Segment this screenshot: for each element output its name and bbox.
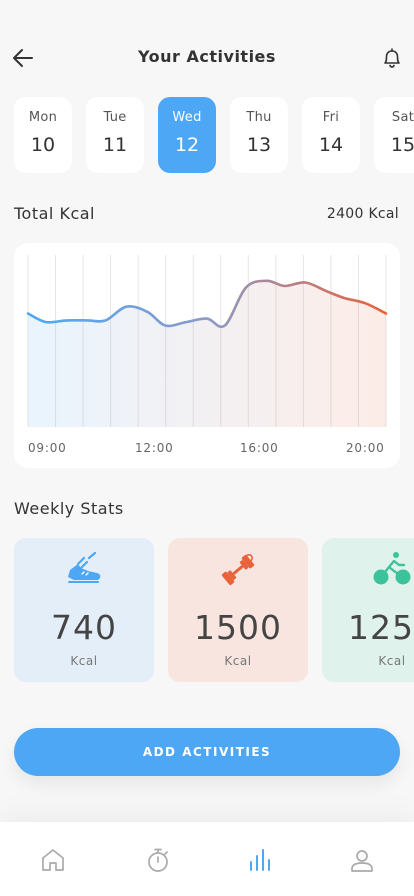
dumbbell-icon	[221, 554, 255, 586]
day-sat[interactable]: Sat 15	[374, 97, 414, 173]
kcal-line-chart: 09:00 12:00 16:00 20:00	[26, 255, 388, 455]
stat-unit: Kcal	[224, 654, 252, 668]
weekly-stats-row: 740 Kcal 1500 Kcal 1250 Kcal	[14, 538, 414, 684]
user-icon[interactable]	[348, 846, 376, 874]
x-tick-label: 12:00	[135, 441, 174, 455]
day-name: Tue	[103, 110, 127, 125]
stopwatch-icon[interactable]	[144, 846, 172, 874]
day-selector: Mon 10 Tue 11 Wed 12 Thu 13 Fri 14 Sat 1…	[14, 97, 414, 175]
day-wed[interactable]: Wed 12	[158, 97, 216, 173]
page-title: Your Activities	[138, 47, 276, 66]
chart-area-fill	[28, 280, 386, 427]
weekly-stats-title: Weekly Stats	[14, 499, 124, 518]
total-kcal-label: Total Kcal	[14, 204, 95, 223]
day-date: 12	[174, 134, 200, 156]
stat-card-weights[interactable]: 1500 Kcal	[168, 538, 308, 682]
stats-bars-icon[interactable]	[246, 846, 274, 874]
day-thu[interactable]: Thu 13	[230, 97, 288, 173]
day-date: 11	[102, 134, 128, 156]
day-date: 10	[30, 134, 56, 156]
stat-card-running[interactable]: 740 Kcal	[14, 538, 154, 682]
bottom-tab-bar	[0, 822, 414, 896]
stat-value: 1250	[348, 608, 414, 647]
stat-value: 740	[51, 608, 117, 647]
bell-icon[interactable]	[379, 45, 405, 71]
day-name: Mon	[28, 110, 58, 125]
total-kcal-value: 2400 Kcal	[326, 206, 399, 222]
day-fri[interactable]: Fri 14	[302, 97, 360, 173]
day-date: 13	[246, 134, 272, 156]
x-tick-label: 20:00	[346, 441, 385, 455]
kcal-chart-card: 09:00 12:00 16:00 20:00	[14, 243, 400, 468]
stat-card-cycling[interactable]: 1250 Kcal	[322, 538, 414, 682]
day-mon[interactable]: Mon 10	[14, 97, 72, 173]
x-tick-label: 16:00	[240, 441, 279, 455]
app-header: Your Activities	[0, 36, 414, 80]
stat-unit: Kcal	[378, 654, 406, 668]
day-name: Sat	[391, 110, 414, 125]
stat-unit: Kcal	[70, 654, 98, 668]
running-shoe-icon	[68, 551, 101, 583]
day-name: Fri	[322, 110, 340, 125]
day-date: 14	[318, 134, 344, 156]
day-date: 15	[390, 134, 414, 156]
day-name: Wed	[172, 110, 202, 125]
day-tue[interactable]: Tue 11	[86, 97, 144, 173]
add-activities-button[interactable]: ADD ACTIVITIES	[14, 728, 400, 776]
day-name: Thu	[246, 110, 272, 125]
home-icon[interactable]	[39, 846, 67, 874]
stat-value: 1500	[194, 608, 282, 647]
cyclist-icon	[373, 552, 411, 585]
x-tick-label: 09:00	[28, 441, 67, 455]
